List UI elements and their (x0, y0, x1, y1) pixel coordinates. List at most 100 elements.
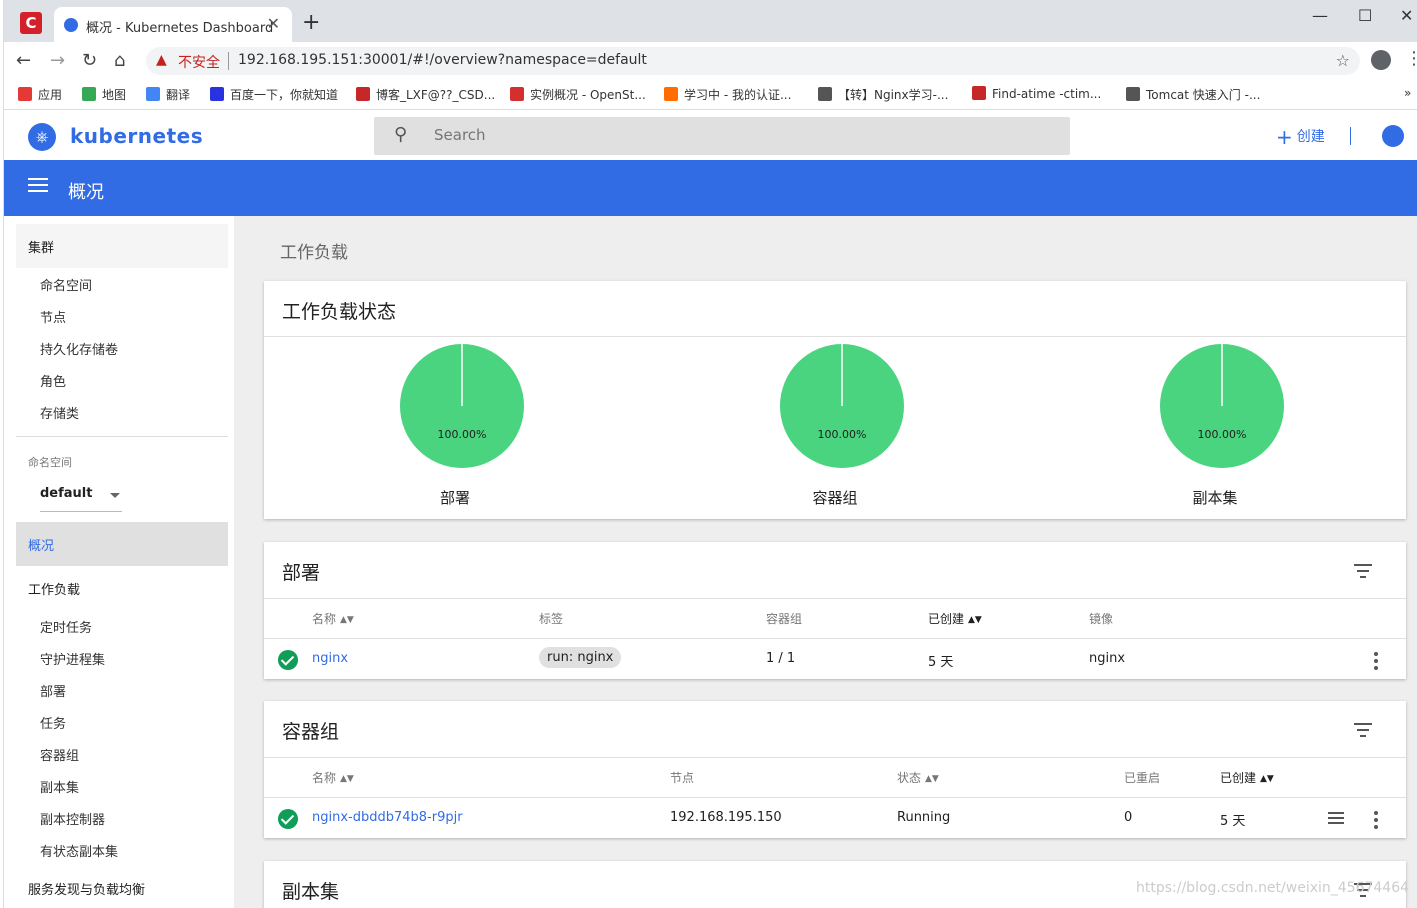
filter-icon[interactable] (1354, 723, 1372, 741)
sidebar-item-cronjobs[interactable]: 定时任务 (40, 617, 92, 636)
bookmark-item[interactable]: Tomcat 快速入门 -... (1126, 86, 1260, 103)
bookmark-label: 地图 (102, 88, 127, 102)
bookmark-item[interactable]: 地图 (82, 86, 126, 103)
browser-profile-icon[interactable] (1371, 50, 1391, 70)
replicasets-card-title: 副本集 (282, 881, 340, 903)
pod-node: 192.168.195.150 (670, 810, 782, 825)
sidebar-item-namespaces[interactable]: 命名空间 (40, 275, 92, 294)
bookmark-label: 应用 (38, 88, 63, 102)
create-label: 创建 (1296, 129, 1325, 145)
url-omnibox[interactable]: ▲ 不安全 192.168.195.151:30001/#!/overview?… (146, 47, 1360, 75)
minimize-button[interactable]: — (1312, 6, 1328, 25)
sidebar-item-deployments[interactable]: 部署 (40, 681, 66, 700)
section-title: 工作负载 (280, 243, 348, 263)
bookmark-favicon-icon (818, 87, 832, 101)
sidebar-item-overview[interactable]: 概况 (16, 522, 228, 566)
bookmark-favicon-icon (356, 87, 370, 101)
sidebar-item-nodes[interactable]: 节点 (40, 307, 66, 326)
card-divider (264, 336, 1406, 337)
search-input[interactable] (434, 126, 1034, 144)
search-box[interactable]: ⚲ (374, 117, 1070, 155)
bookmark-item[interactable]: 百度一下，你就知道 (210, 86, 338, 103)
bookmark-item[interactable]: 实例概况 - OpenSt... (510, 86, 646, 103)
more-actions-icon[interactable] (1374, 811, 1378, 832)
bookmark-favicon-icon (664, 87, 678, 101)
new-tab-button[interactable]: + (302, 10, 320, 35)
plus-icon: + (1276, 125, 1293, 149)
bookmark-label: Find-atime -ctim... (992, 87, 1102, 101)
home-button[interactable]: ⌂ (114, 50, 125, 71)
reload-button[interactable]: ↻ (82, 50, 97, 71)
card-divider (264, 598, 1406, 599)
col-header-created[interactable]: 已创建 ▲▼ (928, 610, 982, 627)
back-button[interactable]: ← (16, 50, 31, 71)
sidebar-item-pods[interactable]: 容器组 (40, 745, 79, 764)
browser-tab-bar: C 概况 - Kubernetes Dashboard ✕ + — ☐ ✕ (4, 0, 1417, 42)
bookmark-label: 【转】Nginx学习-... (838, 88, 949, 102)
browser-menu-icon[interactable]: ⋮ (1405, 48, 1417, 69)
sidebar-item-persistent-volumes[interactable]: 持久化存储卷 (40, 339, 118, 358)
col-header-status[interactable]: 状态 ▲▼ (897, 769, 939, 786)
bookmark-favicon-icon (510, 87, 524, 101)
namespace-value: default (40, 486, 93, 501)
bookmark-item[interactable]: 【转】Nginx学习-... (818, 86, 948, 103)
bookmark-item[interactable]: 学习中 - 我的认证... (664, 86, 791, 103)
bookmark-star-icon[interactable]: ☆ (1336, 51, 1350, 70)
sidebar-item-replicasets[interactable]: 副本集 (40, 777, 79, 796)
watermark: https://blog.csdn.net/weixin_45674464 (1136, 880, 1410, 896)
maximize-button[interactable]: ☐ (1358, 6, 1372, 25)
logs-icon[interactable] (1328, 812, 1344, 827)
col-header-name[interactable]: 名称 ▲▼ (312, 610, 354, 627)
forward-button[interactable]: → (50, 50, 65, 71)
sidebar-item-daemonsets[interactable]: 守护进程集 (40, 649, 105, 668)
row-divider (264, 797, 1406, 798)
kubernetes-favicon-icon (64, 18, 78, 32)
pie-label: 部署 (439, 489, 470, 507)
filter-icon[interactable] (1354, 564, 1372, 582)
sidebar-discovery[interactable]: 服务发现与负载均衡 (28, 879, 145, 898)
sidebar-item-replication-controllers[interactable]: 副本控制器 (40, 809, 105, 828)
sidebar-item-statefulsets[interactable]: 有状态副本集 (40, 841, 118, 860)
kubernetes-logo-icon[interactable]: ⎈ (28, 123, 56, 151)
sidebar-cluster[interactable]: 集群 (28, 237, 54, 256)
namespace-select[interactable]: default (40, 486, 122, 512)
insecure-label[interactable]: 不安全 (178, 52, 220, 72)
deployment-name-link[interactable]: nginx (312, 651, 348, 666)
sidebar-item-roles[interactable]: 角色 (40, 371, 66, 390)
pods-card: 容器组 名称 ▲▼ 节点 状态 ▲▼ 已重启 已创建 ▲▼ nginx-dbddb74… (264, 701, 1406, 838)
deployments-card: 部署 名称 ▲▼ 标签 容器组 已创建 ▲▼ 镜像 nginx run: nginx… (264, 542, 1406, 679)
account-icon[interactable] (1382, 125, 1404, 147)
menu-icon[interactable] (28, 178, 48, 192)
bookmark-item[interactable]: 翻译 (146, 86, 190, 103)
sidebar-item-storage-classes[interactable]: 存储类 (40, 403, 79, 422)
browser-tab[interactable]: 概况 - Kubernetes Dashboard ✕ (54, 7, 292, 42)
brand-name[interactable]: kubernetes (70, 124, 203, 148)
deployments-card-title: 部署 (282, 562, 321, 584)
bookmark-item[interactable]: Find-atime -ctim... (972, 86, 1101, 101)
bookmark-label: 百度一下，你就知道 (230, 88, 339, 102)
tab-close-icon[interactable]: ✕ (267, 14, 280, 33)
bookmark-favicon-icon (18, 87, 32, 101)
bookmark-item[interactable]: 应用 (18, 86, 62, 103)
sidebar-divider (16, 436, 228, 437)
col-header-labels: 标签 (539, 612, 564, 626)
header-divider (1350, 127, 1351, 145)
pods-count: 1 / 1 (766, 651, 796, 666)
create-button[interactable]: + 创建 (1276, 125, 1325, 149)
label-chip: run: nginx (539, 647, 622, 668)
close-window-button[interactable]: ✕ (1400, 6, 1413, 25)
bookmarks-overflow-icon[interactable]: » (1404, 86, 1411, 100)
sidebar-item-jobs[interactable]: 任务 (40, 713, 66, 732)
pod-name-link[interactable]: nginx-dbddb74b8-r9pjr (312, 810, 463, 825)
namespace-label: 命名空间 (28, 456, 72, 469)
status-ok-icon (278, 650, 298, 670)
app-header: ⎈ kubernetes ⚲ +创建 (4, 111, 1417, 160)
sidebar-workloads[interactable]: 工作负载 (28, 579, 80, 598)
overview-label: 概况 (28, 539, 55, 554)
bookmark-item[interactable]: 博客_LXF@??_CSD... (356, 86, 495, 103)
url-text[interactable]: 192.168.195.151:30001/#!/overview?namesp… (238, 52, 647, 68)
col-header-name[interactable]: 名称 ▲▼ (312, 769, 354, 786)
pie-percent: 100.00% (818, 428, 867, 441)
col-header-created[interactable]: 已创建 ▲▼ (1220, 769, 1274, 786)
more-actions-icon[interactable] (1374, 652, 1378, 673)
